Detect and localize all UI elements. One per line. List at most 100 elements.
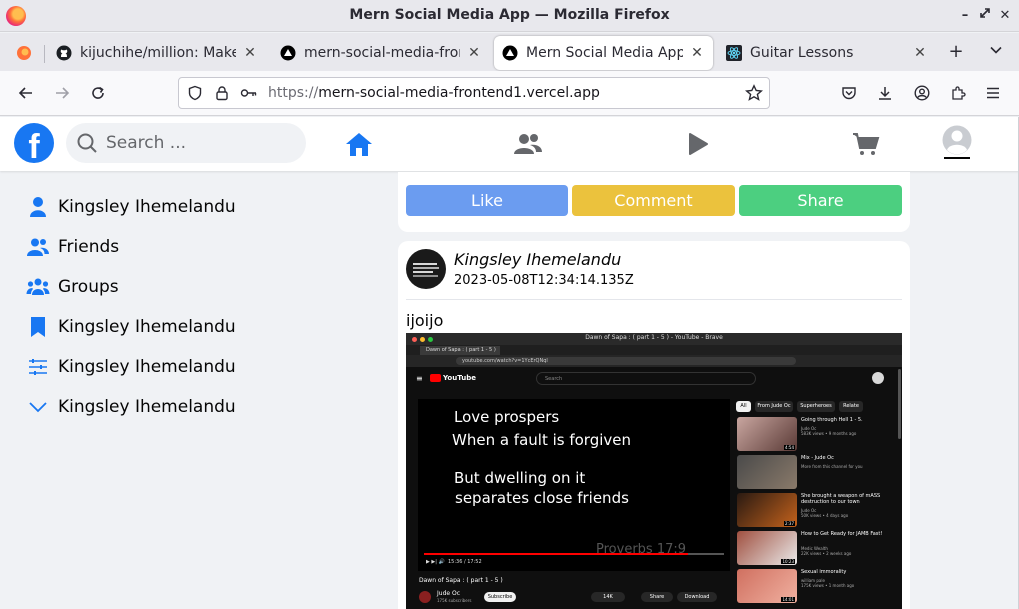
home-nav-icon[interactable] [342,127,376,161]
comment-button[interactable]: Comment [572,185,735,216]
image-rec-channel: More from this channel for you [801,464,863,469]
image-channel-avatar [419,591,431,603]
bookmark-star-icon[interactable] [745,84,763,106]
image-rec-thumb: 10:23 [737,531,797,565]
sidebar-item-more[interactable]: Kingsley Ihemelandu [26,390,236,424]
url-text[interactable]: https://mern-social-media-frontend1.verc… [268,85,600,101]
close-tab-icon[interactable]: ✕ [689,45,705,61]
hamburger-menu-icon[interactable] [981,81,1005,105]
image-rec-title: Going through Hell 1 - 5. [801,417,863,423]
image-recommendation: 10:23 How to Get Ready for JAMB Fast! Me… [737,531,897,565]
image-chip-row: All From Jude Oc Superheroes Relate [736,401,896,413]
sidebar-item-groups[interactable]: Groups [26,270,119,304]
downloads-icon[interactable] [873,81,897,105]
sidebar-item-settings[interactable]: Kingsley Ihemelandu [26,350,236,384]
react-icon [726,45,742,61]
image-lyric-line: When a fault is forgiven [452,431,632,449]
image-rec-title: Mix - Jude Oc [801,455,834,461]
sidebar-item-label: Kingsley Ihemelandu [58,397,236,417]
tracking-shield-icon[interactable] [187,85,203,105]
image-rec-stats: 583K views • 9 months ago [801,431,857,436]
close-tab-icon[interactable]: ✕ [242,45,258,61]
sidebar-item-label: Kingsley Ihemelandu [58,357,236,377]
tab-label: mern-social-media-fronte [304,45,460,61]
permissions-key-icon[interactable] [240,85,258,105]
image-video-player: Love prospers When a fault is forgiven B… [418,399,730,571]
tab-github[interactable]: kijuchihe/million: Make R ✕ [48,36,266,70]
account-icon[interactable] [910,81,934,105]
firefox-view-tab[interactable] [6,36,42,70]
image-time: 15:36 / 17:52 [447,559,482,565]
image-channel-row: Jude Oc 175K subscribers Subscribe 14K S… [419,589,719,607]
post-author-avatar[interactable] [406,249,446,289]
like-button[interactable]: Like [406,185,568,216]
tab-guitar-lessons[interactable]: Guitar Lessons ✕ [718,36,936,70]
forward-arrow-icon[interactable] [50,81,74,105]
image-menu-icon: ≡ [416,374,423,383]
sidebar-item-saved[interactable]: Kingsley Ihemelandu [26,310,236,344]
image-rec-stats: 175K views • 1 month ago [801,583,855,588]
image-youtube-header: ≡ YouTube Search [406,367,902,391]
minimize-icon[interactable]: – [955,6,975,26]
friends-nav-icon[interactable] [511,127,545,161]
image-subscribe-button: Subscribe [484,592,516,602]
video-play-nav-icon[interactable] [681,127,715,161]
sidebar-item-label: Kingsley Ihemelandu [58,197,236,217]
post-card: Kingsley Ihemelandu 2023-05-08T12:34:14.… [398,241,910,609]
tab-list-chevron-icon[interactable] [984,40,1008,64]
post-image[interactable]: Dawn of Sapa : ( part 1 - 5 ) - YouTube … [406,333,902,609]
close-window-icon[interactable]: ✕ [995,6,1015,26]
post-text: ijoijo [406,311,444,330]
share-button[interactable]: Share [739,185,902,216]
image-rec-title: How to Get Ready for JAMB Fast! [801,531,883,537]
image-download-pill: Download [677,592,717,602]
image-youtube-logo: YouTube [430,374,476,382]
sidebar-item-profile[interactable]: Kingsley Ihemelandu [26,190,236,224]
tab-label: Mern Social Media App [526,45,683,61]
tab-mern-social-media-app[interactable]: Mern Social Media App ✕ [494,36,713,70]
close-tab-icon[interactable]: ✕ [466,45,482,61]
padlock-icon[interactable] [214,85,230,105]
image-progress-bar [424,553,724,555]
image-recommendation: 4:54 Going through Hell 1 - 5. Jude Oc 5… [737,417,897,451]
image-rec-duration: 4:54 [784,445,795,450]
address-bar[interactable]: https://mern-social-media-frontend1.verc… [178,77,770,109]
reload-icon[interactable] [86,81,110,105]
image-rec-duration: 2:37 [784,521,795,526]
new-tab-plus-icon[interactable]: + [944,40,968,64]
image-chip: Superheroes [797,401,835,412]
search-box[interactable] [66,123,306,163]
facebook-logo[interactable]: f [14,123,54,163]
image-rec-title: She brought a weapon of mASS destruction… [801,493,881,505]
image-url: youtube.com/watch?v=1YcErQNql [456,357,796,365]
image-player-controls: ▶ ▶| 🔊 15:36 / 17:52 [426,559,482,565]
left-sidebar: Kingsley Ihemelandu Friends Groups Kings… [0,172,380,609]
image-tab-strip: Dawn of Sapa : ( part 1 - 5 ) [406,345,902,355]
image-rec-thumb: 4:54 [737,417,797,451]
pocket-icon[interactable] [837,81,861,105]
search-input[interactable] [106,131,296,155]
image-rec-thumb: 14:01 [737,569,797,603]
user-icon [26,195,50,219]
tab-mern-frontend[interactable]: mern-social-media-fronte ✕ [272,36,490,70]
image-search-box: Search [536,372,756,385]
post-author-name[interactable]: Kingsley Ihemelandu [454,250,621,269]
navigation-toolbar: https://mern-social-media-frontend1.verc… [0,71,1019,116]
back-arrow-icon[interactable] [14,81,38,105]
extensions-puzzle-icon[interactable] [946,81,970,105]
image-lyric-line: But dwelling on it [454,469,586,487]
post-divider [406,299,902,300]
sidebar-item-friends[interactable]: Friends [26,230,119,264]
tab-label: kijuchihe/million: Make R [80,45,236,61]
image-share-pill: Share [641,592,673,602]
image-window-titlebar: Dawn of Sapa : ( part 1 - 5 ) - YouTube … [406,333,902,345]
maximize-icon[interactable] [975,6,995,26]
profile-avatar[interactable] [942,125,972,159]
image-rec-thumb: 2:37 [737,493,797,527]
marketplace-cart-icon[interactable] [849,127,883,161]
image-chip: All [736,401,751,412]
image-address-bar: youtube.com/watch?v=1YcErQNql [406,355,902,367]
close-tab-icon[interactable]: ✕ [912,45,928,61]
tab-strip: kijuchihe/million: Make R ✕ mern-social-… [0,33,1019,71]
post-timestamp: 2023-05-08T12:34:14.135Z [454,273,634,288]
